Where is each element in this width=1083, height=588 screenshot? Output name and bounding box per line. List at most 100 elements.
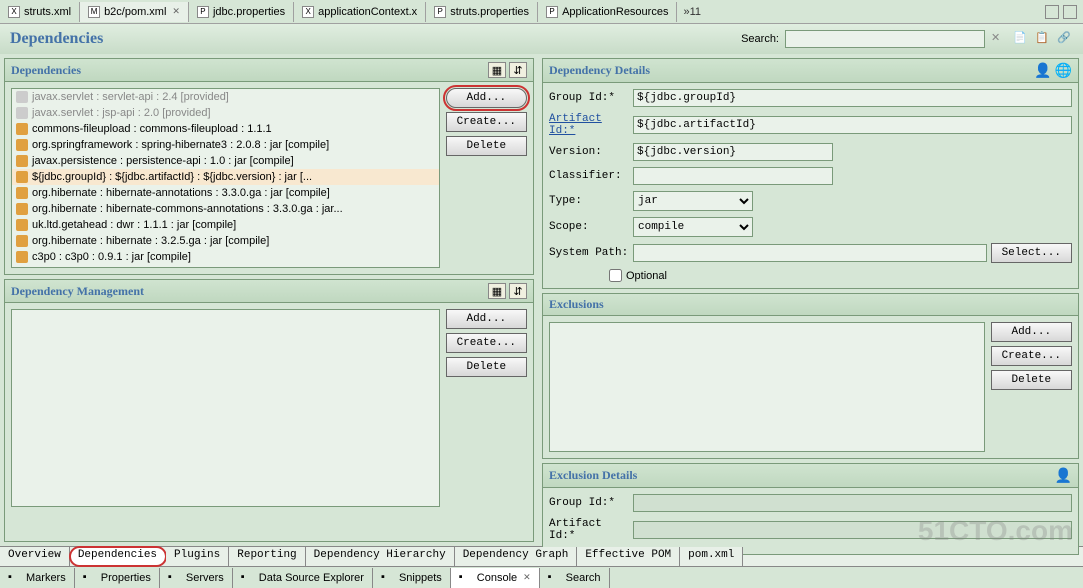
view-tab-servers[interactable]: ▪Servers <box>160 568 233 588</box>
jar-icon <box>16 219 28 231</box>
list-item[interactable]: javax.servlet : servlet-api : 2.4 [provi… <box>12 89 439 105</box>
dependencies-section: Dependencies ▦ ⇵ javax.servlet : servlet… <box>4 58 534 275</box>
version-field[interactable] <box>633 143 833 161</box>
editor-tabs: Xstruts.xml Mb2c/pom.xml✕ Pjdbc.properti… <box>0 0 1083 24</box>
view-tab-search[interactable]: ▪Search <box>540 568 610 588</box>
tab-jdbc-properties[interactable]: Pjdbc.properties <box>189 2 294 22</box>
pom-tab-overview[interactable]: Overview <box>0 547 70 566</box>
list-item[interactable]: javax.servlet : jsp-api : 2.0 [provided] <box>12 105 439 121</box>
group-id-field[interactable] <box>633 89 1072 107</box>
list-item[interactable]: org.hibernate : hibernate-annotations : … <box>12 185 439 201</box>
view-tab-console[interactable]: ▪Console✕ <box>451 568 540 588</box>
tab-struts-xml[interactable]: Xstruts.xml <box>0 2 80 22</box>
search-input[interactable] <box>785 30 985 48</box>
maximize-icon[interactable] <box>1063 5 1077 19</box>
group-id-label: Group Id:* <box>549 92 629 104</box>
list-item[interactable]: javax.persistence : persistence-api : 1.… <box>12 153 439 169</box>
jar-icon <box>16 155 28 167</box>
pom-tab-effective-pom[interactable]: Effective POM <box>577 547 680 566</box>
optional-checkbox[interactable] <box>609 269 622 282</box>
delete-button[interactable]: Delete <box>446 136 527 156</box>
list-item[interactable]: uk.ltd.getahead : dwr : 1.1.1 : jar [com… <box>12 217 439 233</box>
page-title: Dependencies <box>10 30 103 48</box>
view-icon: ▪ <box>83 571 97 585</box>
tab-app-resources[interactable]: PApplicationResources <box>538 2 677 22</box>
add-button[interactable]: Add... <box>991 322 1072 342</box>
tab-label: applicationContext.x <box>318 6 417 18</box>
classifier-label: Classifier: <box>549 170 629 182</box>
tab-struts-properties[interactable]: Pstruts.properties <box>426 2 538 22</box>
sort-icon[interactable]: ▦ <box>488 283 506 299</box>
dependency-management-section: Dependency Management ▦ ⇵ Add... Create.… <box>4 279 534 542</box>
refresh-icon[interactable]: 📄 <box>1013 31 1029 47</box>
list-item[interactable]: org.springframework : spring-hibernate3 … <box>12 137 439 153</box>
tab-pom-xml[interactable]: Mb2c/pom.xml✕ <box>80 2 189 22</box>
tab-appcontext[interactable]: XapplicationContext.x <box>294 2 426 22</box>
jar-icon <box>16 171 28 183</box>
view-tab-snippets[interactable]: ▪Snippets <box>373 568 451 588</box>
classifier-field[interactable] <box>633 167 833 185</box>
pom-tab-plugins[interactable]: Plugins <box>166 547 229 566</box>
delete-button[interactable]: Delete <box>991 370 1072 390</box>
view-icon: ▪ <box>459 571 473 585</box>
system-path-field[interactable] <box>633 244 987 262</box>
pom-tab-dependencies[interactable]: Dependencies <box>70 547 166 566</box>
filter-icon[interactable]: ⇵ <box>509 62 527 78</box>
list-item[interactable]: org.hibernate : hibernate : 3.2.5.ga : j… <box>12 233 439 249</box>
select-button[interactable]: Select... <box>991 243 1072 263</box>
view-tab-label: Data Source Explorer <box>259 572 364 584</box>
globe-icon[interactable]: 🌐 <box>1055 62 1072 79</box>
person-icon[interactable]: 👤 <box>1055 467 1072 484</box>
properties-icon: P <box>434 6 446 18</box>
pom-tab-dependency-hierarchy[interactable]: Dependency Hierarchy <box>306 547 455 566</box>
add-button[interactable]: Add... <box>446 88 527 108</box>
section-title: Dependencies <box>11 63 81 78</box>
list-item[interactable]: commons-fileupload : commons-fileupload … <box>12 121 439 137</box>
list-item[interactable]: ${jdbc.groupId} : ${jdbc.artifactId} : $… <box>12 169 439 185</box>
jar-icon <box>16 251 28 263</box>
list-item[interactable]: c3p0 : c3p0 : 0.9.1 : jar [compile] <box>12 249 439 265</box>
dependencies-list[interactable]: javax.servlet : servlet-api : 2.4 [provi… <box>11 88 440 268</box>
view-tab-properties[interactable]: ▪ Properties <box>75 568 160 588</box>
view-icon: ▪ <box>241 571 255 585</box>
nav-icon[interactable]: 📋 <box>1035 31 1051 47</box>
optional-label: Optional <box>626 270 667 282</box>
jar-icon <box>16 235 28 247</box>
dep-text: javax.persistence : persistence-api : 1.… <box>32 155 294 167</box>
group-id-label: Group Id:* <box>549 497 629 509</box>
view-icon: ▪ <box>381 571 395 585</box>
sort-icon[interactable]: ▦ <box>488 62 506 78</box>
view-tab-markers[interactable]: ▪Markers <box>0 568 75 588</box>
pom-tab-pom.xml[interactable]: pom.xml <box>680 547 743 566</box>
pom-tab-dependency-graph[interactable]: Dependency Graph <box>455 547 578 566</box>
delete-button[interactable]: Delete <box>446 357 527 377</box>
dep-text: ${jdbc.groupId} : ${jdbc.artifactId} : $… <box>32 171 312 183</box>
view-tab-label: Properties <box>101 572 151 584</box>
minimize-icon[interactable] <box>1045 5 1059 19</box>
clear-search-icon[interactable]: ✕ <box>991 31 1007 47</box>
type-select[interactable]: jar <box>633 191 753 211</box>
dep-mgmt-list[interactable] <box>11 309 440 507</box>
artifact-id-label[interactable]: Artifact Id:* <box>549 113 629 137</box>
pom-tab-reporting[interactable]: Reporting <box>229 547 305 566</box>
filter-icon[interactable]: ⇵ <box>509 283 527 299</box>
close-icon[interactable]: ✕ <box>523 572 531 583</box>
exclusions-list[interactable] <box>549 322 985 452</box>
view-icon: ▪ <box>168 571 182 585</box>
link-icon[interactable]: 🔗 <box>1057 31 1073 47</box>
jar-icon <box>16 107 28 119</box>
artifact-id-field[interactable] <box>633 116 1072 134</box>
section-title: Exclusion Details <box>549 468 637 483</box>
add-button[interactable]: Add... <box>446 309 527 329</box>
person-icon[interactable]: 👤 <box>1034 62 1051 79</box>
create-button[interactable]: Create... <box>991 346 1072 366</box>
create-button[interactable]: Create... <box>446 112 527 132</box>
create-button[interactable]: Create... <box>446 333 527 353</box>
view-tab-data-source-explorer[interactable]: ▪ Data Source Explorer <box>233 568 373 588</box>
section-title: Exclusions <box>549 297 604 312</box>
close-icon[interactable]: ✕ <box>172 6 180 17</box>
list-item[interactable]: org.hibernate : hibernate-commons-annota… <box>12 201 439 217</box>
scope-select[interactable]: compile <box>633 217 753 237</box>
tab-label: ApplicationResources <box>562 6 668 18</box>
tab-overflow[interactable]: »11 <box>677 6 707 18</box>
